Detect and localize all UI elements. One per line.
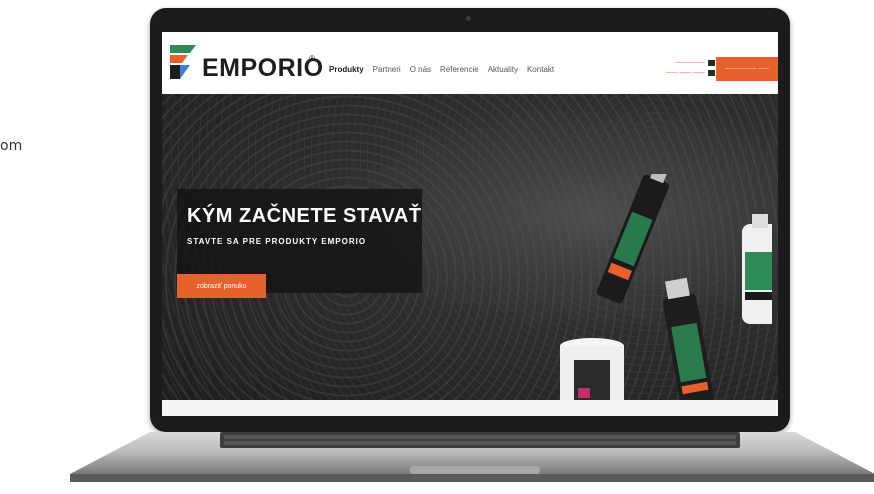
site-navbar: EMPORIO ® Produkty Partneri O nás Refere…	[162, 32, 778, 95]
mail-icon	[708, 60, 715, 66]
laptop-screen: EMPORIO ® Produkty Partneri O nás Refere…	[162, 32, 778, 416]
contact-phone[interactable]: —— —— ——	[635, 68, 705, 78]
main-nav: Produkty Partneri O nás Referencie Aktua…	[329, 65, 554, 74]
nav-item-referencie[interactable]: Referencie	[440, 65, 479, 74]
nav-item-produkty[interactable]: Produkty	[329, 65, 364, 74]
keyboard	[220, 432, 740, 448]
show-offer-button[interactable]: zobraziť ponuku	[177, 274, 266, 298]
bottle-product	[742, 214, 772, 324]
emporio-logo-icon[interactable]	[170, 45, 196, 79]
hero-subtitle: STAVTE SA PRE PRODUKTY EMPORIO	[187, 237, 367, 246]
hero-banner: KÝM ZAČNETE STAVAŤ STAVTE SA PRE PRODUKT…	[162, 94, 778, 416]
header-cta-button[interactable]: —————— ——	[716, 57, 778, 81]
product-images	[560, 174, 772, 416]
contact-email[interactable]: —————	[635, 58, 705, 68]
camera-icon	[466, 16, 471, 21]
side-caption: om	[0, 138, 23, 154]
brand-name[interactable]: EMPORIO	[202, 54, 324, 83]
nav-item-o-nas[interactable]: O nás	[410, 65, 431, 74]
contact-info: ————— —— —— ——	[635, 58, 705, 78]
hero-title: KÝM ZAČNETE STAVAŤ	[187, 205, 422, 227]
phone-icon	[708, 70, 715, 76]
nav-item-aktuality[interactable]: Aktuality	[488, 65, 518, 74]
spray-can-product	[662, 277, 717, 416]
page-bottom-strip	[162, 400, 778, 416]
laptop-lid: EMPORIO ® Produkty Partneri O nás Refere…	[150, 8, 790, 432]
nav-item-kontakt[interactable]: Kontakt	[527, 65, 554, 74]
nav-item-partneri[interactable]: Partneri	[373, 65, 401, 74]
registered-mark: ®	[309, 54, 315, 63]
cartridge-product	[596, 174, 670, 304]
